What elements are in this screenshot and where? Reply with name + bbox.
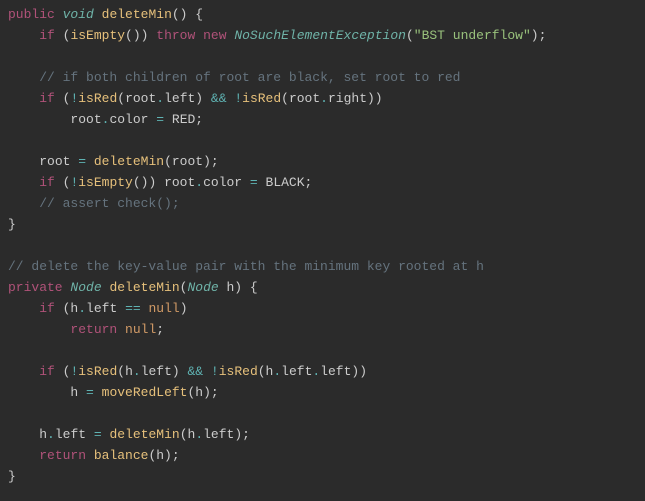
line-17: return balance(h); [8,448,180,463]
line-2: if (isEmpty()) throw new NoSuchElementEx… [8,28,546,43]
line-13: return null; [8,322,164,337]
line-1: public void deleteMin() { [8,7,203,22]
line-8: // assert check(); [8,196,180,211]
code-block: public void deleteMin() { if (isEmpty())… [0,0,645,491]
line-16: h.left = deleteMin(h.left); [8,427,250,442]
line-4: if (!isRed(root.left) && !isRed(root.rig… [8,91,383,106]
line-10: // delete the key-value pair with the mi… [8,259,484,274]
line-7: if (!isEmpty()) root.color = BLACK; [8,175,312,190]
line-14: if (!isRed(h.left) && !isRed(h.left.left… [8,364,367,379]
line-6: root = deleteMin(root); [8,154,219,169]
line-9: } [8,217,16,232]
line-15: h = moveRedLeft(h); [8,385,219,400]
line-5: root.color = RED; [8,112,203,127]
line-3: // if both children of root are black, s… [8,70,461,85]
line-18: } [8,469,16,484]
line-12: if (h.left == null) [8,301,188,316]
line-11: private Node deleteMin(Node h) { [8,280,258,295]
